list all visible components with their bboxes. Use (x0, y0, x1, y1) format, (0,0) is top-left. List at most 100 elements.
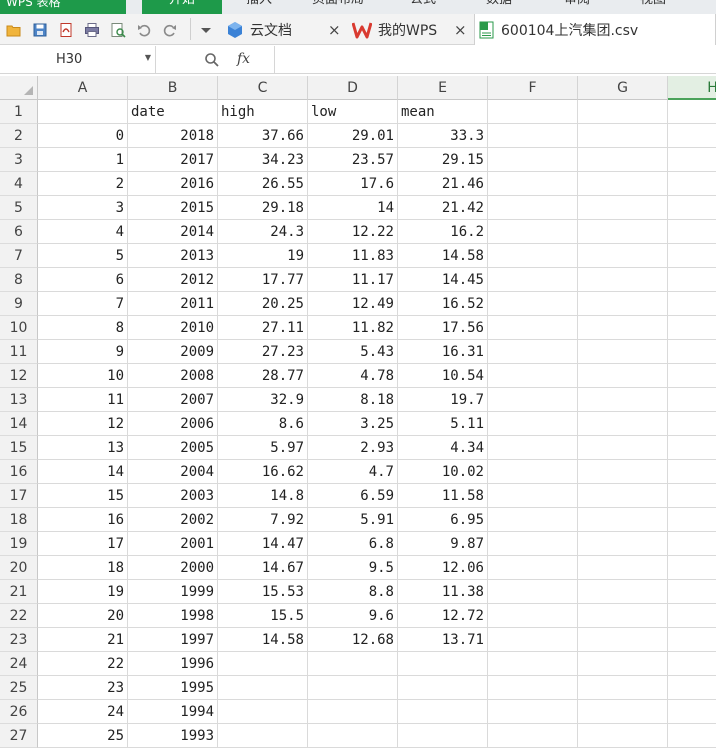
cell-b1[interactable]: date (128, 100, 218, 124)
cell-a20[interactable]: 18 (38, 556, 128, 580)
row-header[interactable]: 6 (0, 220, 38, 244)
cell-a7[interactable]: 5 (38, 244, 128, 268)
cell-g27[interactable] (578, 724, 668, 748)
cell-g15[interactable] (578, 436, 668, 460)
cell-f9[interactable] (488, 292, 578, 316)
cell-b11[interactable]: 2009 (128, 340, 218, 364)
cell-h22[interactable] (668, 604, 716, 628)
column-header-f[interactable]: F (488, 76, 578, 100)
cell-d25[interactable] (308, 676, 398, 700)
menu-formulas[interactable]: 公式 (410, 0, 436, 14)
cell-c8[interactable]: 17.77 (218, 268, 308, 292)
cell-c10[interactable]: 27.11 (218, 316, 308, 340)
cell-g13[interactable] (578, 388, 668, 412)
cell-b9[interactable]: 2011 (128, 292, 218, 316)
cell-a4[interactable]: 2 (38, 172, 128, 196)
cell-e25[interactable] (398, 676, 488, 700)
row-header[interactable]: 7 (0, 244, 38, 268)
cell-d11[interactable]: 5.43 (308, 340, 398, 364)
cell-a8[interactable]: 6 (38, 268, 128, 292)
cell-e14[interactable]: 5.11 (398, 412, 488, 436)
row-header[interactable]: 18 (0, 508, 38, 532)
cell-a21[interactable]: 19 (38, 580, 128, 604)
menu-home[interactable]: 开始 (142, 0, 222, 14)
cell-a19[interactable]: 17 (38, 532, 128, 556)
cell-b23[interactable]: 1997 (128, 628, 218, 652)
cell-h5[interactable] (668, 196, 716, 220)
cell-h12[interactable] (668, 364, 716, 388)
row-header[interactable]: 10 (0, 316, 38, 340)
cell-b12[interactable]: 2008 (128, 364, 218, 388)
row-header[interactable]: 5 (0, 196, 38, 220)
cell-c24[interactable] (218, 652, 308, 676)
cell-a12[interactable]: 10 (38, 364, 128, 388)
row-header[interactable]: 12 (0, 364, 38, 388)
cell-c18[interactable]: 7.92 (218, 508, 308, 532)
cell-f21[interactable] (488, 580, 578, 604)
cell-a26[interactable]: 24 (38, 700, 128, 724)
app-menu-button[interactable]: WPS 表格 (0, 0, 126, 14)
cell-b21[interactable]: 1999 (128, 580, 218, 604)
cell-g14[interactable] (578, 412, 668, 436)
cell-g16[interactable] (578, 460, 668, 484)
cell-e13[interactable]: 19.7 (398, 388, 488, 412)
cell-f1[interactable] (488, 100, 578, 124)
cell-d9[interactable]: 12.49 (308, 292, 398, 316)
cell-f26[interactable] (488, 700, 578, 724)
name-box-dropdown-icon[interactable]: ▼ (145, 53, 151, 62)
cell-f23[interactable] (488, 628, 578, 652)
cell-e10[interactable]: 17.56 (398, 316, 488, 340)
menu-page-layout[interactable]: 页面布局 (312, 0, 364, 14)
row-header[interactable]: 4 (0, 172, 38, 196)
cell-d20[interactable]: 9.5 (308, 556, 398, 580)
cell-d4[interactable]: 17.6 (308, 172, 398, 196)
save-icon[interactable] (32, 22, 48, 38)
print-icon[interactable] (84, 22, 100, 38)
cell-b7[interactable]: 2013 (128, 244, 218, 268)
cell-a6[interactable]: 4 (38, 220, 128, 244)
cell-f15[interactable] (488, 436, 578, 460)
cell-c3[interactable]: 34.23 (218, 148, 308, 172)
cell-d14[interactable]: 3.25 (308, 412, 398, 436)
cell-b16[interactable]: 2004 (128, 460, 218, 484)
cell-h23[interactable] (668, 628, 716, 652)
cell-b13[interactable]: 2007 (128, 388, 218, 412)
cell-e21[interactable]: 11.38 (398, 580, 488, 604)
cell-a17[interactable]: 15 (38, 484, 128, 508)
cell-d24[interactable] (308, 652, 398, 676)
cell-a10[interactable]: 8 (38, 316, 128, 340)
cell-g24[interactable] (578, 652, 668, 676)
cell-f27[interactable] (488, 724, 578, 748)
cell-b2[interactable]: 2018 (128, 124, 218, 148)
cell-f11[interactable] (488, 340, 578, 364)
row-header[interactable]: 16 (0, 460, 38, 484)
cell-b26[interactable]: 1994 (128, 700, 218, 724)
row-header[interactable]: 25 (0, 676, 38, 700)
cell-h27[interactable] (668, 724, 716, 748)
cell-c21[interactable]: 15.53 (218, 580, 308, 604)
cell-b24[interactable]: 1996 (128, 652, 218, 676)
cell-g5[interactable] (578, 196, 668, 220)
row-header[interactable]: 24 (0, 652, 38, 676)
cell-e26[interactable] (398, 700, 488, 724)
menu-review[interactable]: 审阅 (564, 0, 590, 14)
cell-e20[interactable]: 12.06 (398, 556, 488, 580)
cell-b17[interactable]: 2003 (128, 484, 218, 508)
cell-g4[interactable] (578, 172, 668, 196)
cell-h8[interactable] (668, 268, 716, 292)
cell-g18[interactable] (578, 508, 668, 532)
cell-g6[interactable] (578, 220, 668, 244)
row-header[interactable]: 15 (0, 436, 38, 460)
cell-a9[interactable]: 7 (38, 292, 128, 316)
row-header[interactable]: 9 (0, 292, 38, 316)
cell-a18[interactable]: 16 (38, 508, 128, 532)
cell-g11[interactable] (578, 340, 668, 364)
cell-h11[interactable] (668, 340, 716, 364)
cell-h1[interactable] (668, 100, 716, 124)
cell-g23[interactable] (578, 628, 668, 652)
cell-g10[interactable] (578, 316, 668, 340)
cell-h19[interactable] (668, 532, 716, 556)
column-header-g[interactable]: G (578, 76, 668, 100)
cell-g12[interactable] (578, 364, 668, 388)
cell-f13[interactable] (488, 388, 578, 412)
